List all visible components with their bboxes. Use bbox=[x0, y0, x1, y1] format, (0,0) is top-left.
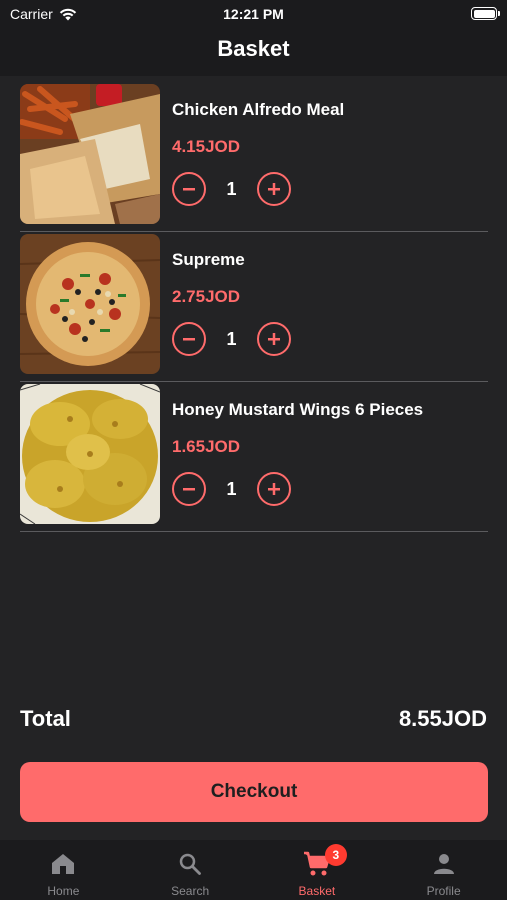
page-title: Basket bbox=[217, 36, 290, 61]
quantity-value: 1 bbox=[226, 178, 237, 199]
supreme-pizza-photo bbox=[20, 234, 160, 374]
decrease-quantity-button[interactable] bbox=[172, 472, 206, 506]
item-price: 4.15JOD bbox=[172, 137, 241, 156]
quantity-stepper: 1 bbox=[172, 322, 291, 356]
minus-icon bbox=[183, 188, 195, 191]
increase-quantity-button[interactable] bbox=[257, 472, 291, 506]
tab-label: Basket bbox=[298, 884, 336, 898]
quantity-stepper: 1 bbox=[172, 172, 291, 206]
checkout-button[interactable]: Checkout bbox=[20, 762, 488, 822]
decrease-quantity-button[interactable] bbox=[172, 172, 206, 206]
minus-icon bbox=[183, 338, 195, 341]
total-label: Total bbox=[20, 706, 71, 731]
item-name: Supreme bbox=[172, 250, 245, 269]
increase-quantity-button[interactable] bbox=[257, 172, 291, 206]
item-price: 2.75JOD bbox=[172, 287, 241, 306]
top-bar: Carrier 12:21 PM Basket bbox=[0, 0, 507, 76]
tab-home[interactable]: Home bbox=[0, 840, 127, 900]
item-price: 1.65JOD bbox=[172, 437, 241, 456]
honey-mustard-wings-photo bbox=[20, 384, 160, 524]
tab-label: Home bbox=[47, 884, 80, 898]
search-icon bbox=[178, 850, 202, 878]
total-value: 8.55JOD bbox=[398, 706, 487, 731]
status-time: 12:21 PM bbox=[223, 6, 284, 22]
tab-basket[interactable]: 3 Basket bbox=[254, 840, 381, 900]
basket-item: Chicken Alfredo Meal 4.15JOD 1 bbox=[20, 82, 488, 232]
increase-quantity-button[interactable] bbox=[257, 322, 291, 356]
total-row: Total 8.55JOD bbox=[20, 704, 487, 734]
person-icon bbox=[432, 850, 456, 878]
tab-label: Profile bbox=[426, 884, 461, 898]
item-name: Chicken Alfredo Meal bbox=[172, 100, 345, 119]
basket-count-badge: 3 bbox=[324, 844, 347, 866]
home-icon bbox=[50, 850, 76, 878]
basket-item: Honey Mustard Wings 6 Pieces 1.65JOD 1 bbox=[20, 382, 488, 532]
basket-item: Supreme 2.75JOD 1 bbox=[20, 232, 488, 382]
quantity-stepper: 1 bbox=[172, 472, 291, 506]
chicken-alfredo-meal-photo bbox=[20, 84, 160, 224]
basket-list: Chicken Alfredo Meal 4.15JOD 1 Supreme 2… bbox=[20, 82, 488, 532]
tab-label: Search bbox=[171, 884, 210, 898]
minus-icon bbox=[183, 488, 195, 491]
status-bar: Carrier 12:21 PM bbox=[0, 0, 507, 28]
quantity-value: 1 bbox=[226, 478, 237, 499]
item-name: Honey Mustard Wings 6 Pieces bbox=[172, 400, 424, 419]
tab-profile[interactable]: Profile bbox=[380, 840, 507, 900]
quantity-value: 1 bbox=[226, 328, 237, 349]
plus-icon bbox=[268, 183, 280, 195]
plus-icon bbox=[268, 483, 280, 495]
tab-bar: Home Search 3 Basket Profile bbox=[0, 840, 507, 900]
plus-icon bbox=[268, 333, 280, 345]
decrease-quantity-button[interactable] bbox=[172, 322, 206, 356]
battery-icon bbox=[471, 7, 500, 20]
tab-search[interactable]: Search bbox=[127, 840, 254, 900]
